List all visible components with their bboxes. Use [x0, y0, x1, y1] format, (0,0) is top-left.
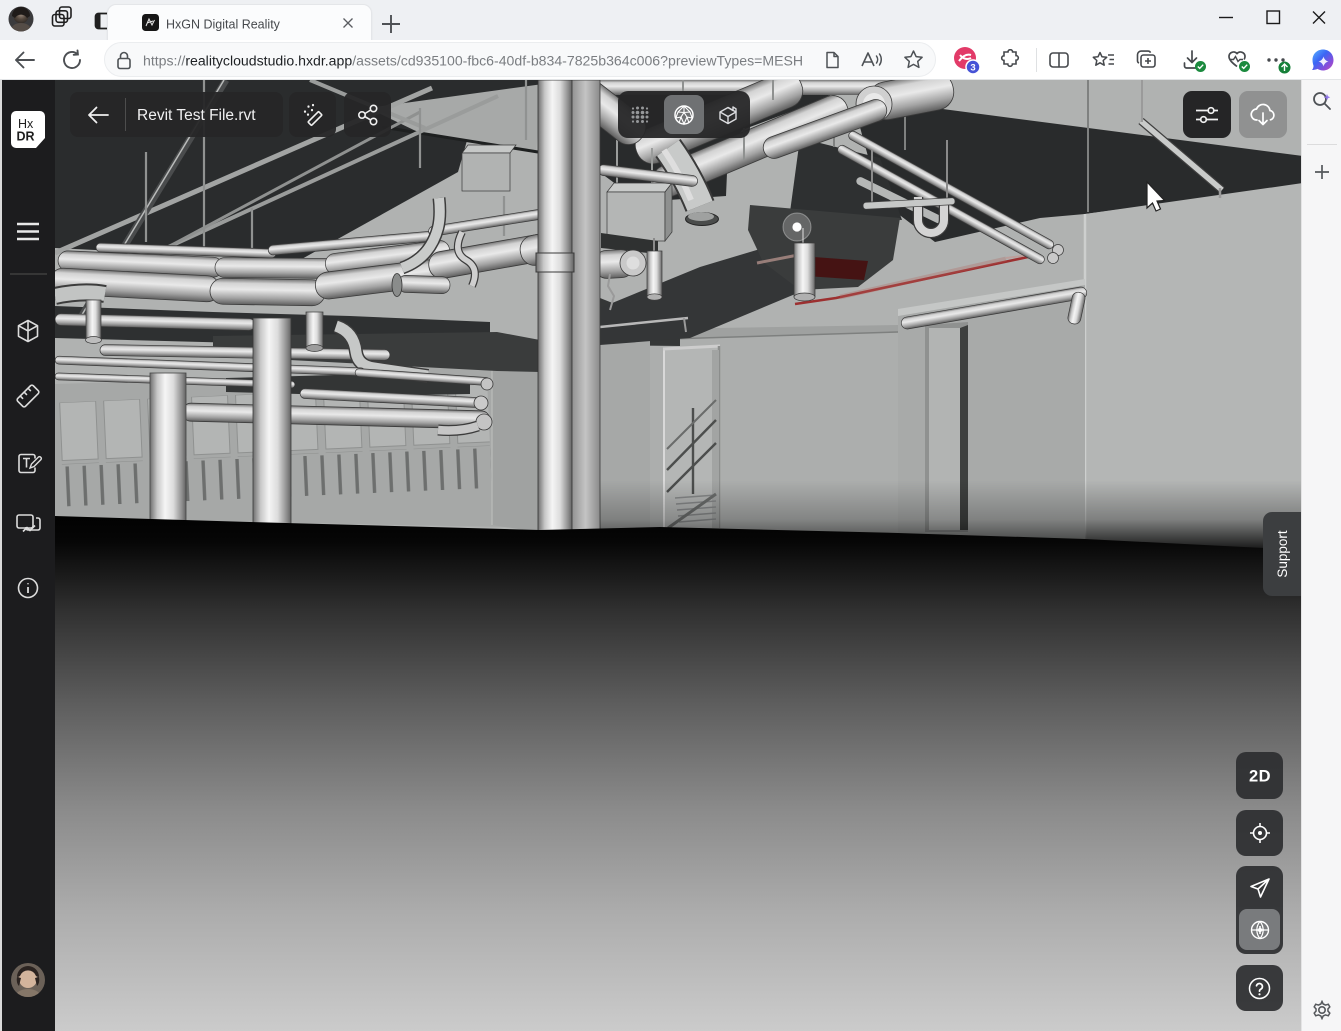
svg-text:https://realitycloudstudio.hxd: https://realitycloudstudio.hxdr.app/asse…: [143, 53, 803, 69]
svg-text:2D: 2D: [1248, 767, 1270, 785]
svg-text:DR: DR: [17, 130, 35, 144]
svg-text:HxGN Digital Reality: HxGN Digital Reality: [166, 18, 281, 32]
svg-text:Revit Test File.rvt: Revit Test File.rvt: [137, 107, 256, 124]
svg-text:Support: Support: [1275, 530, 1290, 578]
svg-text:3: 3: [970, 63, 975, 74]
